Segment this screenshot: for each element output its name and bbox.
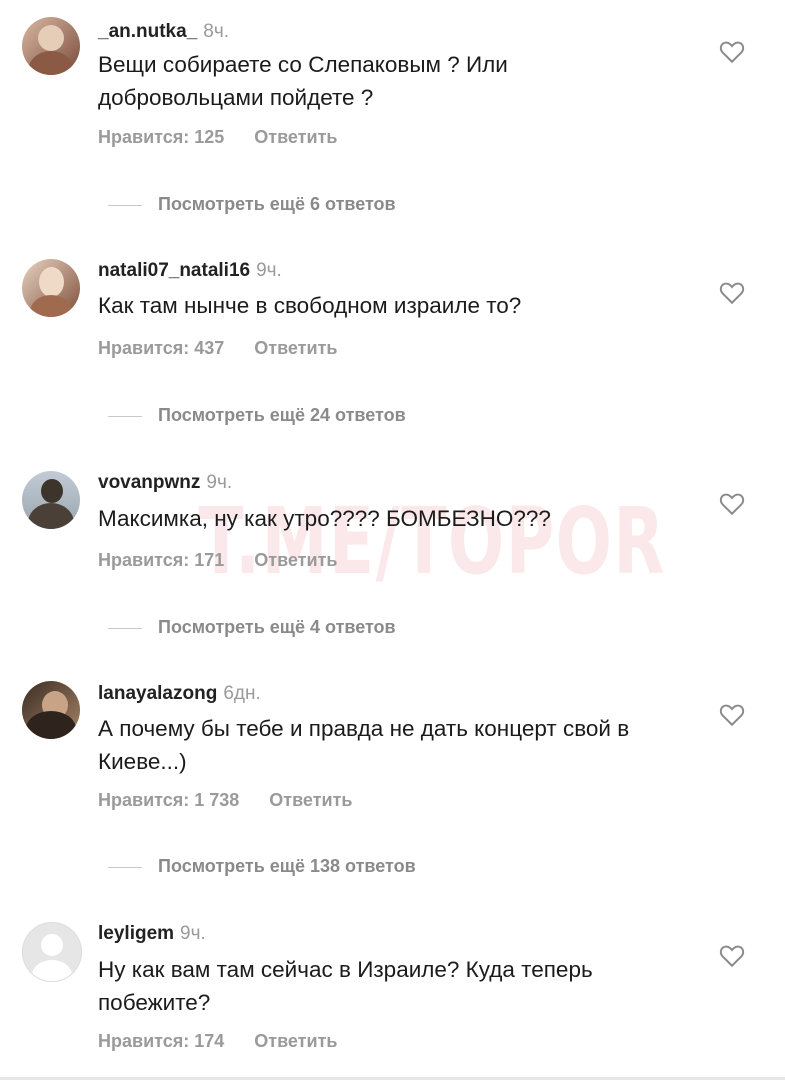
like-count[interactable]: Нравится: 1 738 [98, 790, 239, 810]
comment-text: Как там нынче в свободном израиле то? [98, 293, 522, 318]
view-more-replies[interactable]: Посмотреть ещё 138 ответов [108, 856, 416, 877]
avatar[interactable] [22, 922, 82, 982]
comment-time: 9ч. [180, 923, 206, 944]
comment-username[interactable]: vovanpwnz [98, 472, 200, 493]
divider-line [108, 627, 142, 629]
avatar[interactable] [22, 17, 80, 75]
reply-button[interactable]: Ответить [254, 550, 337, 570]
heart-outline-icon[interactable] [719, 281, 745, 305]
view-more-replies[interactable]: Посмотреть ещё 6 ответов [108, 194, 396, 215]
avatar[interactable] [22, 681, 80, 739]
view-more-replies-label: Посмотреть ещё 138 ответов [158, 856, 416, 876]
comment-text: Вещи собираете со Слепаковым ? Или добро… [98, 52, 508, 110]
comment-text: Максимка, ну как утро???? БОМБЕЗНО??? [98, 506, 551, 531]
reply-button[interactable]: Ответить [254, 1031, 337, 1051]
comment-username[interactable]: leyligem [98, 923, 174, 944]
view-more-replies-label: Посмотреть ещё 4 ответов [158, 617, 396, 637]
comment-username[interactable]: natali07_natali16 [98, 260, 250, 281]
reply-button[interactable]: Ответить [254, 338, 337, 358]
reply-button[interactable]: Ответить [254, 127, 337, 147]
like-count[interactable]: Нравится: 174 [98, 1031, 224, 1051]
heart-outline-icon[interactable] [719, 703, 745, 727]
heart-outline-icon[interactable] [719, 40, 745, 64]
comment-time: 9ч. [256, 260, 282, 281]
like-count[interactable]: Нравится: 171 [98, 550, 224, 570]
comment-text: Ну как вам там сейчас в Израиле? Куда те… [98, 957, 593, 1015]
comment-username[interactable]: _an.nutka_ [98, 21, 197, 42]
comment-username[interactable]: lanayalazong [98, 683, 217, 704]
reply-button[interactable]: Ответить [269, 790, 352, 810]
heart-outline-icon[interactable] [719, 944, 745, 968]
view-more-replies-label: Посмотреть ещё 24 ответов [158, 405, 406, 425]
divider-line [108, 415, 142, 417]
divider-line [108, 204, 142, 206]
comment-time: 8ч. [203, 21, 230, 42]
avatar[interactable] [22, 259, 80, 317]
like-count[interactable]: Нравится: 437 [98, 338, 224, 358]
comment-time: 9ч. [206, 472, 233, 493]
view-more-replies[interactable]: Посмотреть ещё 4 ответов [108, 617, 396, 638]
heart-outline-icon[interactable] [719, 492, 745, 516]
view-more-replies-label: Посмотреть ещё 6 ответов [158, 194, 396, 214]
avatar[interactable] [22, 471, 80, 529]
view-more-replies[interactable]: Посмотреть ещё 24 ответов [108, 405, 406, 426]
comment-time: 6дн. [223, 683, 261, 704]
comment-text: А почему бы тебе и правда не дать концер… [98, 716, 630, 774]
divider-line [108, 866, 142, 868]
like-count[interactable]: Нравится: 125 [98, 127, 224, 147]
